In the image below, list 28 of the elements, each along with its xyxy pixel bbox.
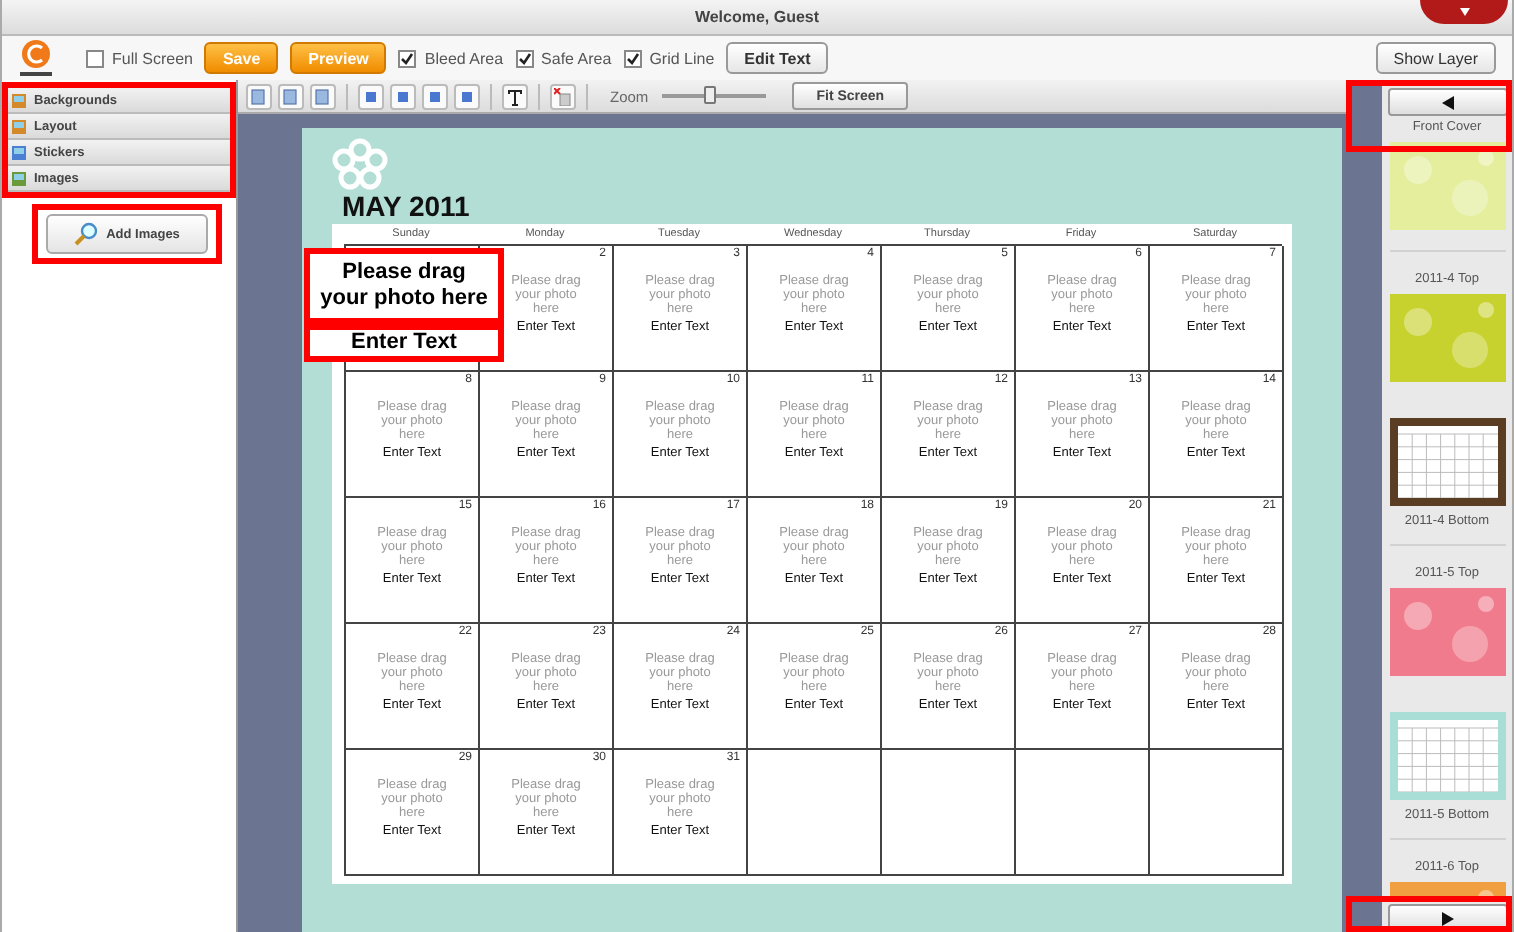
left-triangle-icon xyxy=(1441,95,1453,109)
dropdown-tab[interactable] xyxy=(1420,0,1508,24)
show-layer-button[interactable]: Show Layer xyxy=(1375,42,1496,74)
checkbox[interactable] xyxy=(623,49,642,67)
checkbox[interactable] xyxy=(398,49,417,67)
calendar-page-thumbnail[interactable] xyxy=(1389,418,1505,506)
checkbox-label: Grid Line xyxy=(649,49,715,67)
checkbox[interactable] xyxy=(515,49,534,67)
right-triangle-icon xyxy=(1441,911,1453,925)
window-title: Welcome, Guest xyxy=(694,8,820,26)
delete-page-icon[interactable] xyxy=(550,83,576,109)
text-tool-icon[interactable] xyxy=(502,83,528,109)
previous-page-button[interactable] xyxy=(1387,88,1507,116)
calendar-page-thumbnail[interactable] xyxy=(1389,712,1505,800)
magnifier-icon xyxy=(74,222,99,246)
slider-thumb[interactable] xyxy=(703,86,716,104)
checkbox-label: Safe Area xyxy=(541,49,612,67)
pattern-thumbnail[interactable] xyxy=(1389,294,1505,382)
month-title: MAY 2011 xyxy=(342,190,472,222)
checkbox-label: Full Screen xyxy=(112,49,193,67)
pattern-thumbnail[interactable] xyxy=(1389,588,1505,676)
caret-icon xyxy=(1459,8,1469,16)
cell-text[interactable]: Enter Text xyxy=(304,324,504,362)
toolbar-button[interactable]: Edit Text xyxy=(726,42,829,74)
checkbox[interactable] xyxy=(86,49,104,67)
checkbox-label: Bleed Area xyxy=(424,49,504,67)
photo-drop-hint[interactable]: Please drag your photo here xyxy=(304,248,504,324)
pattern-thumbnail[interactable] xyxy=(1389,142,1505,230)
